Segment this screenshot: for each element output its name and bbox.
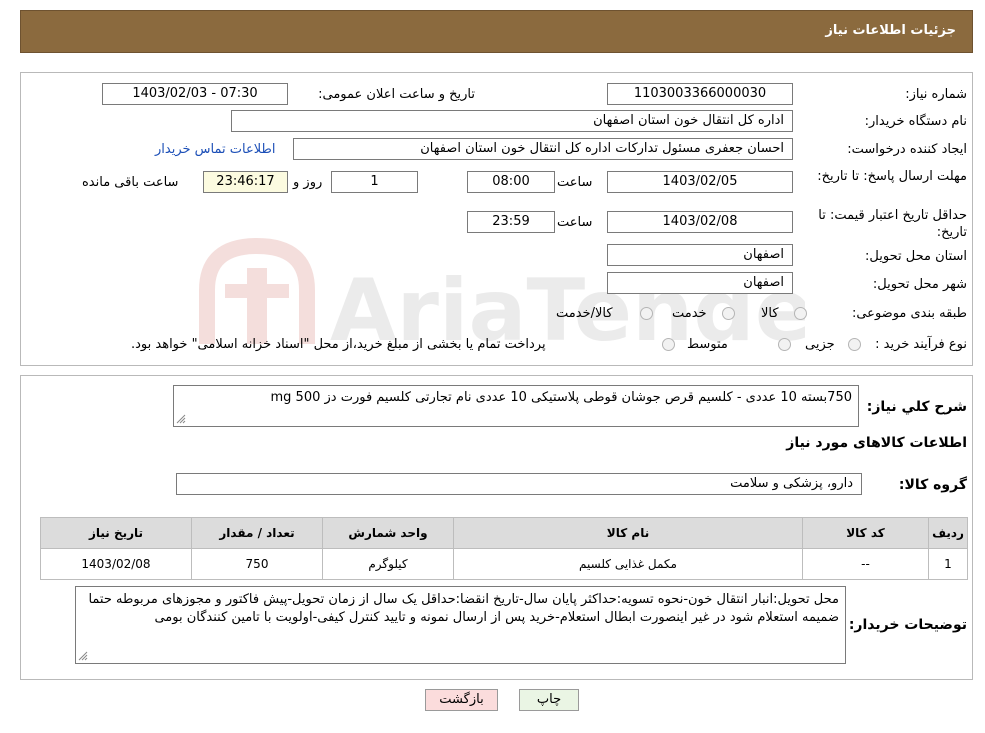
cell-unit: کیلوگرم (322, 548, 454, 580)
page-header: جزئیات اطلاعات نیاز (20, 10, 973, 53)
col-unit-header: واحد شمارش (322, 517, 454, 549)
price-validity-time-field: 23:59 (467, 211, 555, 233)
buyer-notes-text: محل تحویل:انبار انتقال خون-نحوه تسویه:حد… (88, 592, 839, 625)
announce-label: تاریخ و ساعت اعلان عمومی: (318, 87, 475, 102)
cell-quantity: 750 (191, 548, 323, 580)
buyer-notes-label: توضیحات خریدار: (848, 617, 967, 633)
category-service-label: خدمت (672, 306, 707, 321)
page-title: جزئیات اطلاعات نیاز (825, 23, 956, 38)
delivery-city-field: اصفهان (607, 272, 793, 294)
purchase-type-label: نوع فرآیند خرید : (875, 337, 967, 352)
goods-table: ردیف کد کالا نام کالا واحد شمارش تعداد /… (40, 517, 968, 580)
cell-row-number: 1 (928, 548, 968, 580)
delivery-city-label: شهر محل تحویل: (872, 277, 967, 292)
delivery-province-label: استان محل تحویل: (865, 249, 967, 264)
print-button[interactable]: چاپ (519, 689, 579, 711)
cell-name: مکمل غذایی کلسیم (453, 548, 803, 580)
category-goods-label: کالا (761, 306, 779, 321)
category-service-radio[interactable] (722, 307, 735, 320)
reply-time-field: 08:00 (467, 171, 555, 193)
purchase-minor-radio[interactable] (848, 338, 861, 351)
resize-grip-icon[interactable] (176, 414, 186, 424)
cell-code: -- (802, 548, 929, 580)
creator-label: ایجاد کننده درخواست: (847, 142, 967, 157)
purchase-medium-label: متوسط (687, 337, 728, 352)
back-button[interactable]: بازگشت (425, 689, 498, 711)
delivery-province-field: اصفهان (607, 244, 793, 266)
price-validity-date-field: 1403/02/08 (607, 211, 793, 233)
summary-text: 750بسته 10 عددی - کلسیم قرص جوشان قوطی پ… (270, 390, 852, 405)
goods-group-field: دارو، پزشکی و سلامت (176, 473, 862, 495)
table-header-row: ردیف کد کالا نام کالا واحد شمارش تعداد /… (40, 517, 968, 549)
need-number-field: 1103003366000030 (607, 83, 793, 105)
buyer-org-field: اداره کل انتقال خون استان اصفهان (231, 110, 793, 132)
summary-textarea[interactable]: 750بسته 10 عددی - کلسیم قرص جوشان قوطی پ… (173, 385, 859, 427)
creator-field: احسان جعفری مسئول تدارکات اداره کل انتقا… (293, 138, 793, 160)
announce-datetime-field: 1403/02/03 - 07:30 (102, 83, 288, 105)
payment-treasury-checkbox[interactable] (662, 338, 675, 351)
category-goods-radio[interactable] (794, 307, 807, 320)
price-validity-label: حداقل تاریخ اعتبار قیمت: تا تاریخ: (818, 208, 967, 240)
category-label: طبقه بندی موضوعی: (851, 306, 967, 321)
reply-deadline-label: مهلت ارسال پاسخ: تا تاریخ: (817, 169, 967, 184)
buyer-contact-link[interactable]: اطلاعات تماس خریدار (155, 142, 275, 157)
days-remaining-field: 1 (331, 171, 418, 193)
need-number-label: شماره نیاز: (905, 87, 967, 102)
category-goods-service-radio[interactable] (640, 307, 653, 320)
price-validity-time-label: ساعت (557, 215, 593, 230)
purchase-medium-radio[interactable] (778, 338, 791, 351)
col-quantity-header: تعداد / مقدار (191, 517, 323, 549)
remaining-time-label: ساعت باقی مانده (82, 175, 179, 190)
remaining-time-field: 23:46:17 (203, 171, 288, 193)
goods-group-label: گروه کالا: (898, 477, 967, 493)
col-row-header: ردیف (928, 517, 968, 549)
col-date-header: تاریخ نیاز (40, 517, 192, 549)
table-row: 1 -- مکمل غذایی کلسیم کیلوگرم 750 1403/0… (40, 548, 968, 580)
buyer-notes-textarea[interactable]: محل تحویل:انبار انتقال خون-نحوه تسویه:حد… (75, 586, 846, 664)
reply-time-label: ساعت (557, 175, 593, 190)
payment-note: پرداخت تمام یا بخشی از مبلغ خرید،از محل … (131, 337, 546, 352)
buyer-org-label: نام دستگاه خریدار: (864, 114, 967, 129)
resize-grip-icon[interactable] (78, 651, 88, 661)
cell-date: 1403/02/08 (40, 548, 192, 580)
day-and-label: روز و (293, 175, 323, 190)
col-name-header: نام کالا (453, 517, 803, 549)
goods-info-title: اطلاعات کالاهای مورد نیاز (786, 435, 967, 451)
reply-date-field: 1403/02/05 (607, 171, 793, 193)
col-code-header: کد کالا (802, 517, 929, 549)
category-goods-service-label: کالا/خدمت (556, 306, 613, 321)
summary-label: شرح کلي نياز: (866, 399, 967, 415)
purchase-minor-label: جزیی (805, 337, 835, 352)
